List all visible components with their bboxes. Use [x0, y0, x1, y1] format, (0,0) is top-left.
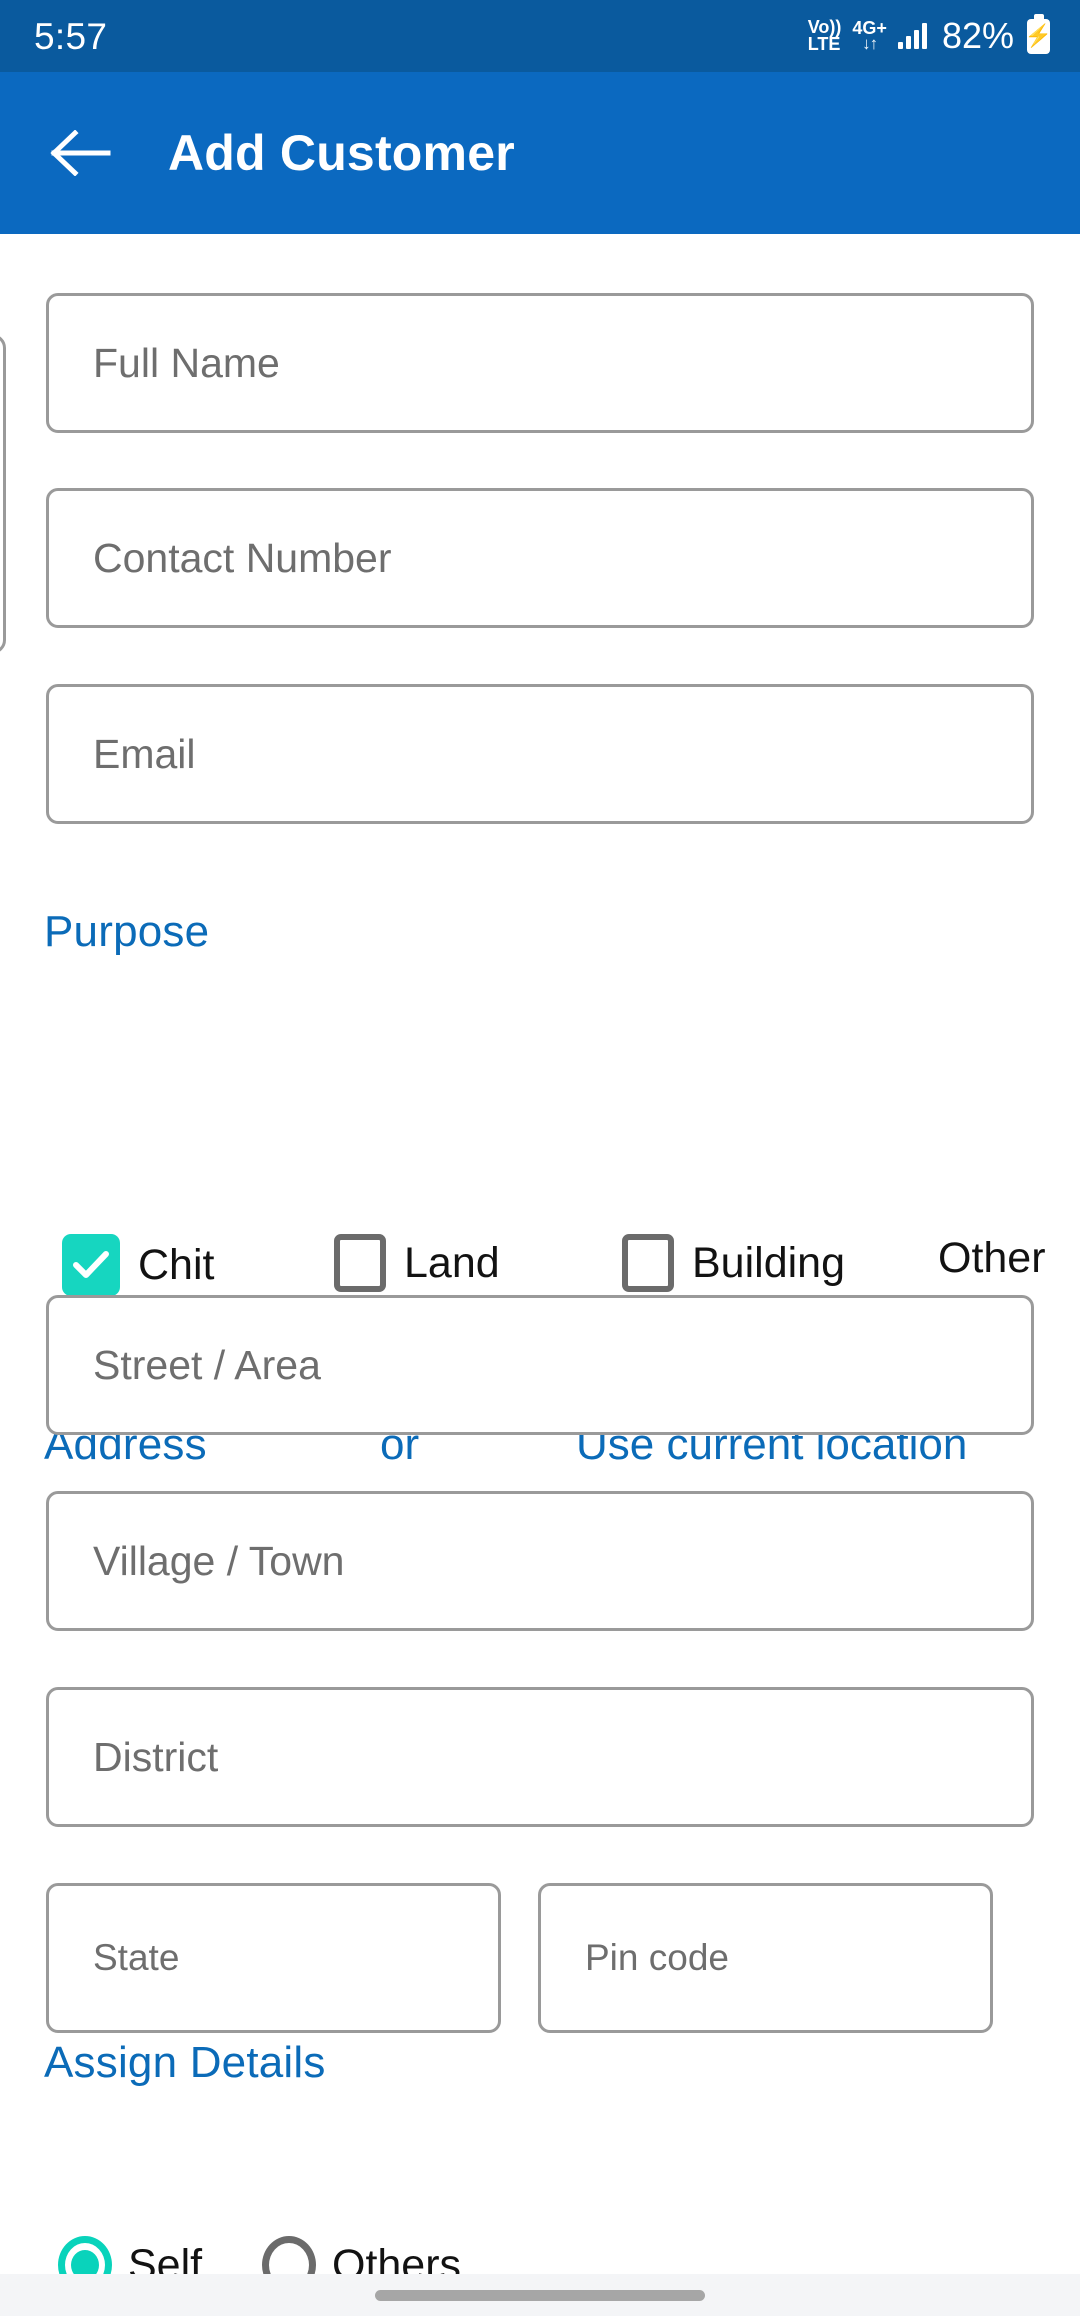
charging-bolt-icon: ⚡ — [1024, 23, 1053, 48]
email-placeholder: Email — [93, 730, 196, 777]
back-button[interactable] — [44, 116, 118, 190]
full-name-input[interactable]: Full Name — [46, 293, 1034, 433]
state-placeholder: State — [93, 1937, 180, 1978]
village-town-placeholder: Village / Town — [93, 1537, 345, 1584]
home-gesture-pill[interactable] — [375, 2289, 705, 2301]
district-placeholder: District — [93, 1733, 219, 1780]
volte-icon: Vo)) LTE — [807, 19, 842, 54]
assign-option-others[interactable]: Others — [262, 2236, 461, 2274]
app-bar: Add Customer — [0, 72, 1080, 234]
checkbox-unchecked-icon[interactable] — [334, 1234, 386, 1292]
purpose-option-label: Other — [938, 1234, 1046, 1282]
radio-unselected-icon[interactable] — [262, 2236, 316, 2274]
signal-strength-icon — [897, 23, 927, 49]
district-input[interactable]: District — [46, 1687, 1034, 1827]
page-title: Add Customer — [168, 125, 515, 181]
assign-details-options: Self Others — [0, 2236, 1080, 2274]
purpose-option-label: Land — [404, 1238, 500, 1287]
purpose-options: Chit Land Building Other — [0, 1234, 1080, 1304]
village-town-input[interactable]: Village / Town — [46, 1491, 1034, 1631]
assign-details-section-title: Assign Details — [44, 2038, 326, 2087]
purpose-option-building[interactable]: Building — [622, 1234, 845, 1292]
pin-code-input[interactable]: Pin code — [538, 1883, 993, 2033]
back-arrow-icon — [50, 130, 111, 176]
contact-number-input[interactable]: Contact Number — [46, 488, 1034, 628]
street-area-placeholder: Street / Area — [93, 1341, 321, 1388]
purpose-option-label: Building — [692, 1238, 845, 1287]
battery-percent-label: 82% — [941, 15, 1014, 56]
pin-code-placeholder: Pin code — [585, 1937, 729, 1978]
contact-number-placeholder: Contact Number — [93, 534, 392, 581]
radio-selected-icon[interactable] — [58, 2236, 112, 2274]
checkmark-icon — [73, 1251, 109, 1278]
street-area-input[interactable]: Street / Area — [46, 1295, 1034, 1435]
purpose-option-chit[interactable]: Chit — [62, 1234, 214, 1296]
purpose-section-title: Purpose — [44, 907, 210, 956]
purpose-option-label: Chit — [138, 1240, 215, 1289]
assign-option-label: Others — [332, 2240, 462, 2275]
status-bar: 5:57 Vo)) LTE 4G+ ↓↑ 82% ⚡ — [0, 0, 1080, 72]
app-screen: 5:57 Vo)) LTE 4G+ ↓↑ 82% ⚡ Add Customer … — [0, 0, 1080, 2316]
volte-icon-bottom: LTE — [807, 34, 841, 54]
checkbox-checked-icon[interactable] — [62, 1234, 120, 1296]
status-clock: 5:57 — [34, 15, 108, 57]
system-navigation-bar — [0, 2274, 1080, 2316]
network-type-icon: 4G+ ↓↑ — [852, 19, 887, 54]
assign-option-self[interactable]: Self — [58, 2236, 202, 2274]
status-bar-indicators: Vo)) LTE 4G+ ↓↑ 82% ⚡ — [807, 15, 1053, 56]
purpose-option-other[interactable]: Other — [938, 1234, 1046, 1283]
email-input[interactable]: Email — [46, 684, 1034, 824]
form-content: Full Name Contact Number Email Purpose C… — [0, 234, 1080, 2274]
full-name-placeholder: Full Name — [93, 339, 280, 386]
state-input[interactable]: State — [46, 1883, 501, 2033]
offscreen-field-edge — [0, 334, 6, 654]
purpose-option-land[interactable]: Land — [334, 1234, 500, 1292]
assign-option-label: Self — [128, 2240, 203, 2275]
battery-charging-icon: ⚡ — [1024, 18, 1053, 54]
data-transfer-arrows-icon: ↓↑ — [862, 34, 878, 54]
checkbox-unchecked-icon[interactable] — [622, 1234, 674, 1292]
